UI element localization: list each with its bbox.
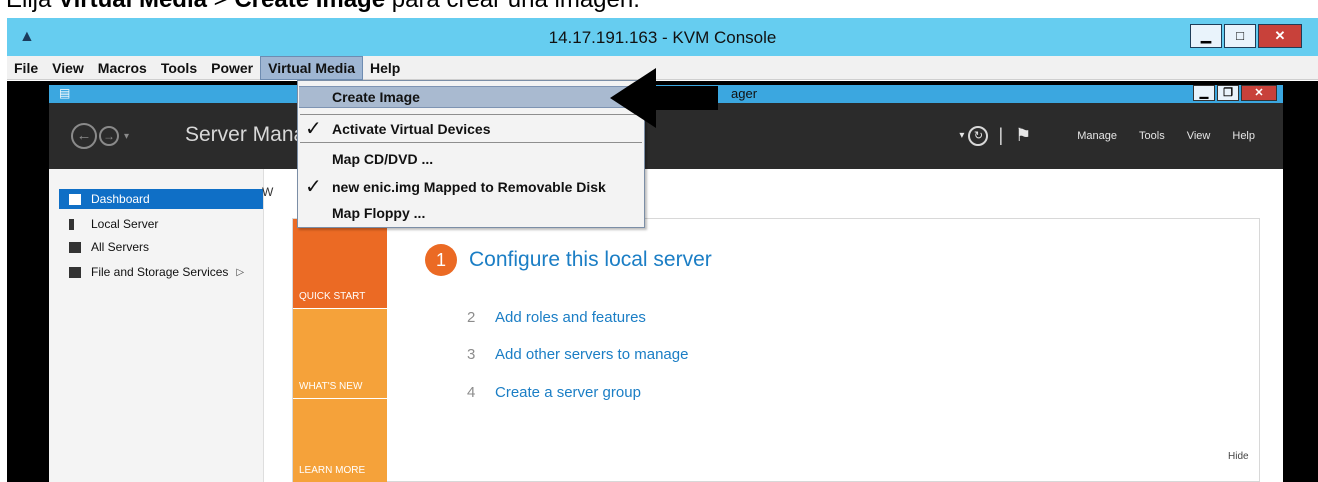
header-menu-view[interactable]: View: [1187, 130, 1211, 142]
step-number: 3: [467, 346, 476, 363]
server-manager-heading: Server Mana: [185, 123, 306, 146]
step-link[interactable]: Create a server group: [495, 384, 641, 401]
step-link[interactable]: Configure this local server: [469, 248, 712, 272]
refresh-dropdown-icon[interactable]: ▾: [959, 130, 964, 141]
step-link[interactable]: Add roles and features: [495, 309, 646, 326]
step-link[interactable]: Add other servers to manage: [495, 346, 688, 363]
kvm-window-title: 14.17.191.163 - KVM Console: [548, 28, 777, 47]
tile-label: WHAT'S NEW: [299, 381, 363, 392]
menu-separator: [300, 142, 642, 143]
checkmark-icon: ✓: [305, 118, 322, 140]
welcome-heading: W: [262, 185, 274, 199]
menu-view[interactable]: View: [45, 56, 91, 80]
menu-power[interactable]: Power: [204, 56, 260, 80]
toolbar-divider: |: [998, 125, 1004, 145]
menu-virtual-media[interactable]: Virtual Media: [260, 55, 364, 80]
caption-text: Elija: [6, 0, 58, 13]
sidebar-item-dashboard[interactable]: Dashboard: [59, 189, 263, 209]
step-number: 4: [467, 384, 476, 401]
menu-macros[interactable]: Macros: [91, 56, 154, 80]
menu-item-label: Map Floppy ...: [332, 205, 426, 221]
header-menu-help[interactable]: Help: [1232, 130, 1255, 142]
close-button[interactable]: ✕: [1258, 24, 1302, 48]
tile-whats-new[interactable]: WHAT'S NEW: [293, 309, 387, 398]
menu-item-label: Map CD/DVD ...: [332, 151, 434, 167]
sidebar-item-label: All Servers: [91, 240, 150, 254]
menu-help[interactable]: Help: [363, 56, 407, 80]
caption-separator: >: [207, 0, 234, 13]
step-add-roles[interactable]: 2 Add roles and features: [467, 309, 646, 326]
sidebar-item-all-servers[interactable]: All Servers: [59, 237, 263, 257]
menu-item-label: Create Image: [332, 89, 420, 105]
tile-quick-start[interactable]: QUICK START: [293, 219, 387, 308]
file-storage-icon: [69, 266, 81, 278]
hide-link[interactable]: Hide: [1228, 451, 1249, 462]
menu-item-map-floppy[interactable]: Map Floppy ...: [299, 202, 643, 224]
tile-learn-more[interactable]: LEARN MORE: [293, 399, 387, 482]
server-manager-sidebar: Dashboard Local Server All Servers File …: [49, 169, 264, 482]
menu-item-label: Activate Virtual Devices: [332, 121, 491, 137]
notifications-flag-icon[interactable]: ⚑: [1015, 125, 1031, 146]
annotation-arrow-icon: [610, 68, 718, 128]
tile-label: QUICK START: [299, 291, 366, 302]
sidebar-item-label: File and Storage Services: [91, 265, 229, 279]
forward-arrow-icon[interactable]: →: [99, 126, 119, 146]
step-configure-local-server[interactable]: 1 Configure this local server: [425, 244, 712, 276]
menu-item-activate-virtual-devices[interactable]: ✓ Activate Virtual Devices: [299, 118, 643, 140]
step-add-servers[interactable]: 3 Add other servers to manage: [467, 346, 688, 363]
maximize-button[interactable]: □: [1224, 24, 1256, 48]
checkmark-icon: ✓: [305, 176, 322, 198]
header-toolbar: ▾ ↻ | ⚑ Manage Tools View Help: [959, 125, 1255, 146]
menu-item-label: new enic.img Mapped to Removable Disk: [332, 179, 606, 195]
menu-file[interactable]: File: [7, 56, 45, 80]
kvm-title-bar[interactable]: ▲ 14.17.191.163 - KVM Console ▁ □ ✕: [7, 18, 1318, 56]
caption-strong-create-image: Create Image: [234, 0, 385, 13]
refresh-icon[interactable]: ↻: [968, 125, 989, 146]
header-menu-manage[interactable]: Manage: [1077, 130, 1117, 142]
nav-history-chevron-icon[interactable]: ▾: [124, 131, 129, 142]
dashboard-icon: [69, 193, 81, 205]
kvm-window-controls: ▁ □ ✕: [1188, 24, 1302, 48]
sidebar-item-label: Dashboard: [91, 192, 150, 206]
instruction-caption: Elija Virtual Media > Create Image para …: [0, 0, 1318, 18]
menu-separator: [300, 114, 642, 115]
server-manager-window-title: ager: [731, 86, 758, 101]
minimize-button[interactable]: ▁: [1190, 24, 1222, 48]
virtual-media-dropdown: Create Image ✓ Activate Virtual Devices …: [297, 80, 645, 228]
caption-text-end: para crear una imagen.: [385, 0, 640, 13]
back-arrow-icon[interactable]: ←: [71, 123, 97, 149]
sidebar-item-label: Local Server: [91, 217, 159, 231]
tile-label: LEARN MORE: [299, 465, 366, 476]
expand-arrow-icon[interactable]: ▷: [236, 267, 244, 278]
sidebar-item-local-server[interactable]: Local Server: [59, 214, 263, 234]
menu-item-removable-disk[interactable]: ✓ new enic.img Mapped to Removable Disk: [299, 176, 643, 198]
step-number: 2: [467, 309, 476, 326]
menu-item-map-cd-dvd[interactable]: Map CD/DVD ...: [299, 148, 643, 170]
nav-buttons: ← → ▾: [71, 123, 129, 149]
server-manager-window-controls: ▁ ❐ ✕: [1191, 85, 1277, 101]
server-icon: [69, 218, 74, 230]
sm-close-button[interactable]: ✕: [1241, 85, 1277, 101]
sm-minimize-button[interactable]: ▁: [1193, 85, 1215, 101]
sidebar-item-file-storage[interactable]: File and Storage Services ▷: [59, 262, 263, 282]
sm-restore-button[interactable]: ❐: [1217, 85, 1239, 101]
servers-icon: [69, 241, 81, 253]
step-create-group[interactable]: 4 Create a server group: [467, 384, 641, 401]
step-number-badge: 1: [425, 244, 457, 276]
caption-strong-virtual-media: Virtual Media: [58, 0, 207, 13]
header-menu-tools[interactable]: Tools: [1139, 130, 1165, 142]
screenshot-root: Elija Virtual Media > Create Image para …: [0, 0, 1318, 482]
menu-item-create-image[interactable]: Create Image: [299, 86, 643, 108]
menu-tools[interactable]: Tools: [154, 56, 204, 80]
server-manager-app-icon: ▤: [59, 86, 71, 100]
